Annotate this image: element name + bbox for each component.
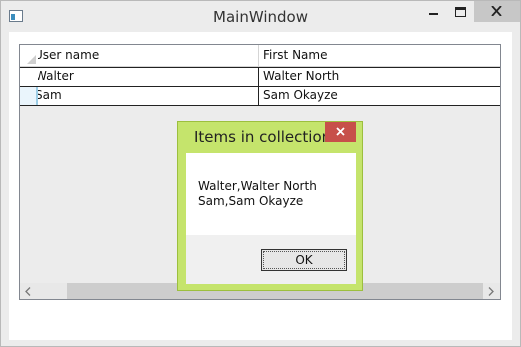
close-icon bbox=[491, 6, 502, 16]
table-row[interactable]: Sam Sam Okayze bbox=[20, 86, 500, 106]
dialog-title: Items in collection! bbox=[194, 128, 338, 146]
chevron-left-icon bbox=[25, 287, 31, 296]
column-header-label: First Name bbox=[263, 48, 328, 62]
window-close-button[interactable] bbox=[474, 1, 520, 22]
select-all-corner[interactable] bbox=[20, 45, 38, 66]
scroll-left-button[interactable] bbox=[20, 283, 37, 299]
cell-text: Sam Okayze bbox=[263, 88, 338, 102]
maximize-button[interactable] bbox=[450, 1, 474, 22]
message-dialog: Items in collection! Walter,Walter North… bbox=[177, 121, 363, 291]
title-bar[interactable]: MainWindow bbox=[1, 1, 520, 32]
column-header-user-name[interactable]: User name bbox=[38, 45, 259, 66]
grid-header: User name First Name bbox=[20, 45, 500, 67]
column-header-first-name[interactable]: First Name bbox=[259, 45, 500, 66]
close-icon bbox=[336, 127, 345, 136]
dialog-message-area: Walter,Walter North Sam,Sam Okayze bbox=[186, 153, 356, 235]
dialog-close-button[interactable] bbox=[325, 122, 356, 142]
ok-button[interactable]: OK bbox=[261, 249, 347, 271]
row-header[interactable] bbox=[20, 68, 38, 86]
minimize-button[interactable] bbox=[423, 1, 447, 22]
cell-first-name[interactable]: Walter North bbox=[259, 68, 500, 86]
cell-text: Walter North bbox=[263, 69, 340, 83]
dialog-body: Walter,Walter North Sam,Sam Okayze OK bbox=[186, 153, 356, 284]
dialog-message: Walter,Walter North Sam,Sam Okayze bbox=[198, 179, 317, 208]
cell-user-name[interactable]: Walter bbox=[38, 68, 259, 86]
row-header-selected[interactable] bbox=[20, 87, 38, 105]
scroll-right-button[interactable] bbox=[483, 283, 500, 299]
main-window: MainWindow User name First Name Walter W… bbox=[0, 0, 521, 347]
cell-user-name[interactable]: Sam bbox=[38, 87, 259, 105]
select-all-triangle-icon bbox=[27, 55, 36, 64]
table-row[interactable]: Walter Walter North bbox=[20, 67, 500, 86]
chevron-right-icon bbox=[488, 287, 494, 296]
cell-first-name[interactable]: Sam Okayze bbox=[259, 87, 500, 105]
cell-text: Walter bbox=[38, 69, 74, 83]
cell-text: Sam bbox=[38, 88, 62, 102]
column-header-label: User name bbox=[38, 48, 100, 62]
